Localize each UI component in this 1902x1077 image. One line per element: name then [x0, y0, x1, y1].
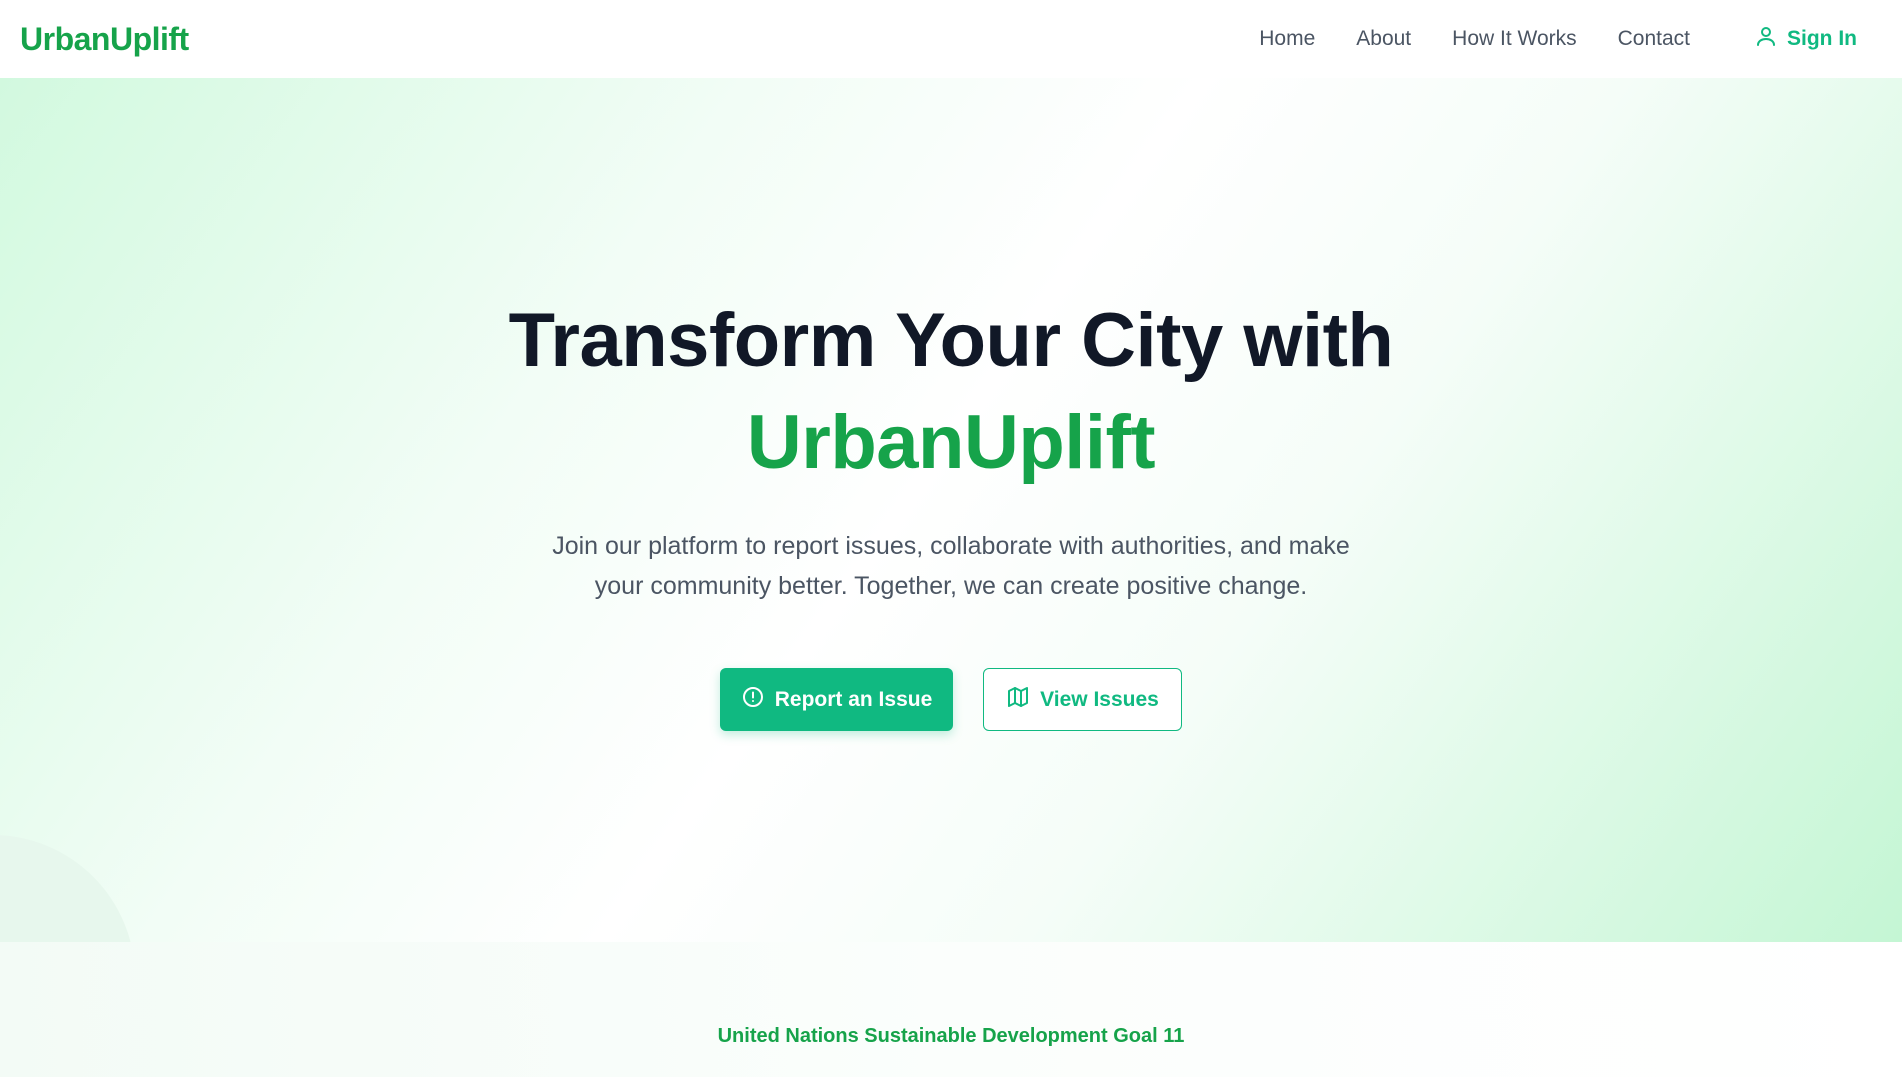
- nav-link-contact[interactable]: Contact: [1618, 27, 1690, 51]
- sign-in-button[interactable]: Sign In: [1754, 24, 1857, 54]
- alert-circle-icon: [741, 685, 765, 715]
- sdg-label: United Nations Sustainable Development G…: [717, 1025, 1185, 1047]
- hero-title-accent: UrbanUplift: [746, 400, 1156, 485]
- report-issue-label: Report an Issue: [774, 687, 933, 711]
- hero-subtitle: Join our platform to report issues, coll…: [552, 532, 1350, 600]
- nav-links: Home About How It Works Contact: [1259, 27, 1690, 51]
- hero-button-row: Report an Issue View Issues: [0, 668, 1902, 731]
- brand-logo[interactable]: UrbanUplift: [20, 21, 189, 58]
- hero-section: Transform Your City with UrbanUplift Joi…: [0, 78, 1902, 942]
- report-issue-button[interactable]: Report an Issue: [720, 668, 953, 731]
- view-issues-button[interactable]: View Issues: [983, 668, 1182, 731]
- view-issues-label: View Issues: [1040, 687, 1159, 711]
- nav-link-how-it-works[interactable]: How It Works: [1452, 27, 1576, 51]
- nav-link-about[interactable]: About: [1356, 27, 1411, 51]
- decorative-blob: [0, 835, 135, 942]
- top-navbar: UrbanUplift Home About How It Works Cont…: [0, 0, 1902, 78]
- nav-right: Home About How It Works Contact Sign In: [1259, 24, 1857, 54]
- sdg-section: United Nations Sustainable Development G…: [0, 942, 1902, 1077]
- nav-link-home[interactable]: Home: [1259, 27, 1315, 51]
- user-icon: [1754, 24, 1778, 54]
- hero-title: Transform Your City with: [508, 298, 1394, 383]
- map-icon: [1006, 685, 1030, 715]
- sign-in-label: Sign In: [1787, 27, 1857, 50]
